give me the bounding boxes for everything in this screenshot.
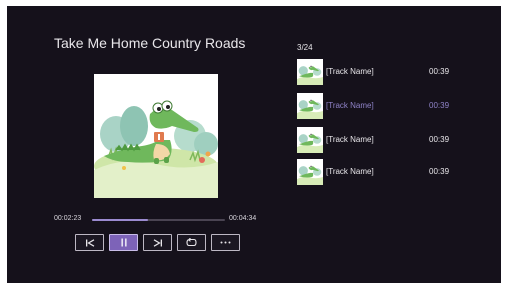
playlist-item[interactable]: [Track Name] 00:39 <box>297 159 467 185</box>
crocodile-illustration-icon <box>94 74 218 198</box>
progress-bar[interactable] <box>92 219 225 221</box>
track-name: [Track Name] <box>326 101 374 110</box>
playlist-item-current[interactable]: [Track Name] 00:39 <box>297 93 467 119</box>
pause-icon <box>121 238 126 247</box>
crocodile-thumbnail-icon <box>297 93 323 119</box>
elapsed-time: 00:02:23 <box>54 215 82 222</box>
track-duration: 00:39 <box>429 67 450 76</box>
more-icon <box>220 241 231 244</box>
playlist-item[interactable]: [Track Name] 00:39 <box>297 127 467 153</box>
next-button[interactable] <box>143 234 172 251</box>
crocodile-thumbnail-icon <box>297 159 323 185</box>
track-duration: 00:39 <box>429 135 450 144</box>
playlist-item[interactable]: [Track Name] 00:39 <box>297 59 467 85</box>
track-name: [Track Name] <box>326 167 374 176</box>
track-duration: 00:39 <box>429 167 450 176</box>
track-name: [Track Name] <box>326 67 374 76</box>
track-thumbnail <box>297 93 323 119</box>
playlist-counter: 3/24 <box>297 43 313 52</box>
track-duration: 00:39 <box>429 101 450 110</box>
repeat-button[interactable] <box>177 234 206 251</box>
total-time: 00:04:34 <box>229 215 257 222</box>
crocodile-thumbnail-icon <box>297 127 323 153</box>
crocodile-thumbnail-icon <box>297 59 323 85</box>
track-name: [Track Name] <box>326 135 374 144</box>
previous-button[interactable] <box>75 234 104 251</box>
album-cover <box>94 74 218 198</box>
repeat-icon <box>186 238 197 247</box>
more-button[interactable] <box>211 234 240 251</box>
track-thumbnail <box>297 159 323 185</box>
track-thumbnail <box>297 59 323 85</box>
playback-controls <box>75 234 240 251</box>
song-title: Take Me Home Country Roads <box>54 35 246 51</box>
pause-button[interactable] <box>109 234 138 251</box>
progress-fill <box>92 219 148 221</box>
track-thumbnail <box>297 127 323 153</box>
previous-icon <box>85 238 94 247</box>
next-icon <box>153 238 162 247</box>
music-player-screen: Take Me Home Country Roads 00:02:23 00:0… <box>7 6 501 283</box>
page-frame: Take Me Home Country Roads 00:02:23 00:0… <box>0 0 508 288</box>
